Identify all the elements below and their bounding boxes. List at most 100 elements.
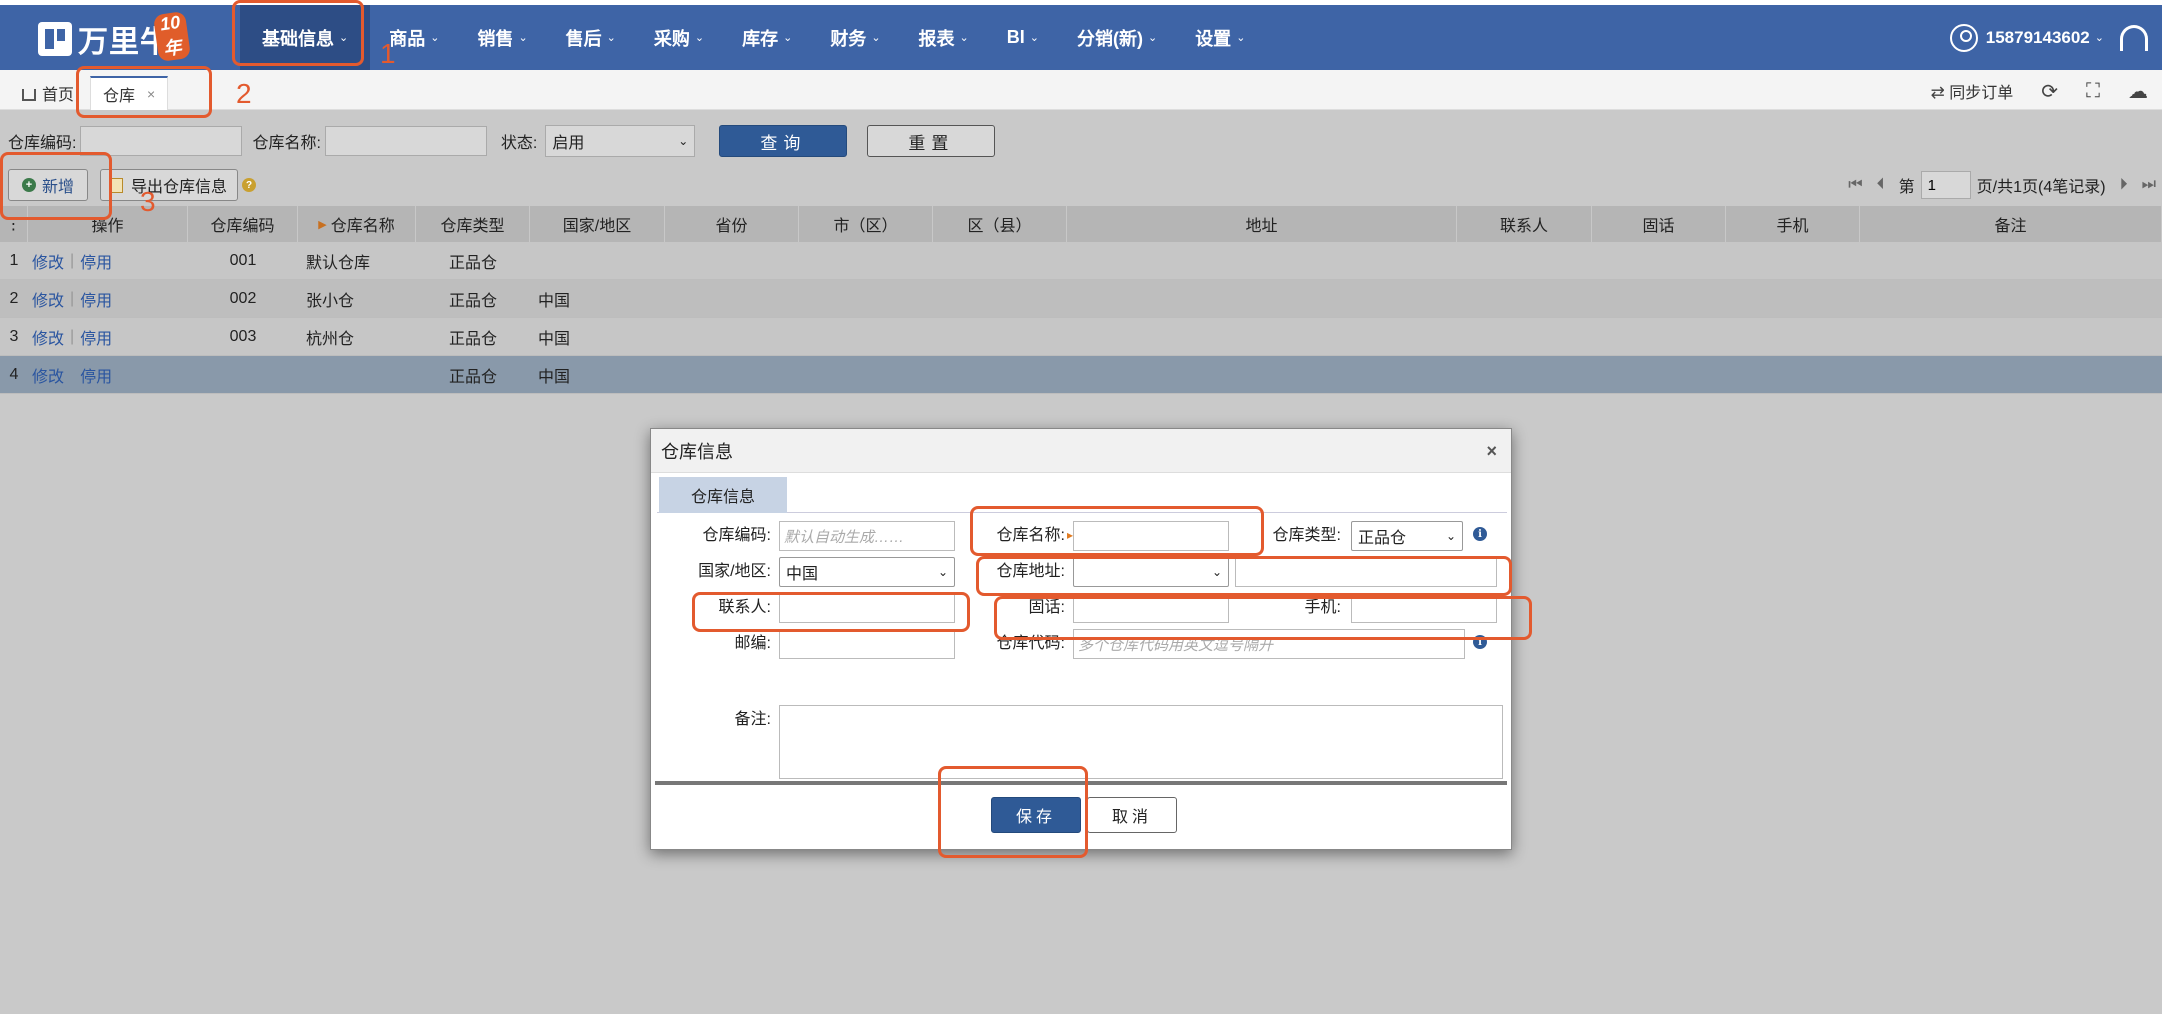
edit-link[interactable]: 修改	[32, 249, 64, 273]
mobile-field[interactable]	[1351, 593, 1497, 623]
page-input[interactable]	[1920, 171, 1971, 199]
mobile-field-label: 手机:	[1304, 599, 1341, 616]
address-region-select[interactable]: ⌄	[1073, 557, 1229, 587]
chevron-down-icon: ⌄	[1147, 32, 1158, 44]
save-button[interactable]: 保存	[991, 797, 1081, 833]
edit-link[interactable]: 修改	[32, 287, 64, 311]
sync-orders-button[interactable]: ⇄ 同步订单	[1931, 79, 2014, 103]
top-nav: 万里牛 10年 基础信息 ⌄ 商品 ⌄ 销售 ⌄ 售后 ⌄ 采购 ⌄ 库存 ⌄ 财务 ⌄ 报表…	[0, 0, 2162, 70]
remark-field-label: 备注:	[734, 711, 771, 728]
col-code[interactable]: 仓库编码	[188, 206, 298, 242]
edit-link[interactable]: 修改	[32, 325, 64, 349]
phone-field[interactable]	[1073, 593, 1229, 623]
col-city[interactable]: 市（区）	[799, 206, 933, 242]
export-button[interactable]: 导出仓库信息	[100, 169, 238, 201]
user-menu[interactable]: 15879143602 ⌄	[1949, 5, 2104, 70]
nav-distribution[interactable]: 分销(新) ⌄	[1058, 5, 1176, 70]
col-province[interactable]: 省份	[665, 206, 799, 242]
chevron-down-icon: ⌄	[1236, 32, 1246, 44]
chevron-down-icon: ⌄	[1211, 565, 1222, 579]
address-detail-field[interactable]	[1235, 557, 1497, 587]
chevron-down-icon: ⌄	[783, 32, 793, 44]
table-row[interactable]: 4 修改|停用 正品仓 中国	[0, 356, 2162, 394]
wh-code-field-label: 仓库代码:	[996, 635, 1065, 652]
nav-bi[interactable]: BI ⌄	[988, 5, 1058, 70]
name-field[interactable]	[1073, 521, 1229, 551]
name-search-input[interactable]	[324, 126, 487, 156]
last-page-icon[interactable]: ⏭	[2142, 176, 2156, 194]
close-icon[interactable]: ×	[147, 86, 155, 102]
first-page-icon[interactable]: ⏮	[1848, 176, 1862, 194]
nav-sales[interactable]: 销售 ⌄	[458, 5, 546, 70]
type-select[interactable]: 正品仓 ⌄	[1351, 521, 1463, 551]
disable-link[interactable]: 停用	[80, 363, 112, 387]
reset-button[interactable]: 重置	[867, 125, 996, 157]
col-type[interactable]: 仓库类型	[416, 206, 530, 242]
query-button[interactable]: 查询	[719, 125, 848, 157]
document-icon	[110, 177, 123, 193]
address-field-label: 仓库地址:	[996, 563, 1065, 580]
wh-code-field[interactable]: 多个仓库代码用英文逗号隔开	[1073, 629, 1465, 659]
tab-home[interactable]: 首页	[10, 76, 86, 110]
code-search-input[interactable]	[80, 126, 243, 156]
status-select[interactable]: 启用 ⌄	[545, 125, 696, 157]
nav-finance[interactable]: 财务 ⌄	[811, 5, 899, 70]
page-tools: ⇄ 同步订单 ⟳ ⛶ ☁	[1931, 78, 2148, 104]
tab-warehouse[interactable]: 仓库 ×	[90, 76, 169, 110]
type-field-label: 仓库类型:	[1272, 527, 1341, 544]
nav-reports[interactable]: 报表 ⌄	[900, 5, 988, 70]
anniversary-badge: 10年	[152, 10, 192, 63]
sort-icon: ▶	[318, 218, 327, 231]
col-mobile[interactable]: 手机	[1726, 206, 1860, 242]
table-row[interactable]: 1 修改 | 停用 001 默认仓库 正品仓	[0, 242, 2162, 280]
user-account: 15879143602	[1985, 27, 2090, 47]
nav-basic-info[interactable]: 基础信息 ⌄	[240, 5, 371, 70]
table-row[interactable]: 3 修改 | 停用 003 杭州仓 正品仓 中国	[0, 318, 2162, 356]
col-country[interactable]: 国家/地区	[530, 206, 665, 242]
col-phone[interactable]: 固话	[1592, 206, 1726, 242]
headset-icon[interactable]	[2120, 25, 2148, 51]
status-label: 状态:	[500, 135, 538, 152]
nav-inventory[interactable]: 库存 ⌄	[723, 5, 811, 70]
refresh-icon[interactable]: ⟳	[2041, 79, 2058, 104]
chevron-down-icon: ⌄	[678, 134, 689, 148]
column-menu-icon[interactable]: ⋮	[0, 206, 28, 242]
help-icon[interactable]: ?	[242, 178, 256, 192]
chevron-down-icon: ⌄	[430, 32, 440, 44]
nav-settings[interactable]: 设置 ⌄	[1176, 5, 1264, 70]
chevron-down-icon: ⌄	[1445, 529, 1456, 543]
zip-field[interactable]	[779, 629, 955, 659]
code-field[interactable]: 默认自动生成……	[779, 521, 955, 551]
disable-link[interactable]: 停用	[80, 287, 112, 311]
disable-link[interactable]: 停用	[80, 249, 112, 273]
tab-warehouse-info[interactable]: 仓库信息	[659, 477, 787, 513]
add-button[interactable]: + 新增	[8, 169, 88, 201]
col-district[interactable]: 区（县）	[933, 206, 1067, 242]
country-select[interactable]: 中国 ⌄	[779, 557, 955, 587]
cloud-upload-icon[interactable]: ☁	[2128, 79, 2148, 104]
code-field-label: 仓库编码:	[702, 527, 771, 544]
nav-purchase[interactable]: 采购 ⌄	[635, 5, 723, 70]
info-icon[interactable]: i	[1473, 635, 1487, 649]
col-contact[interactable]: 联系人	[1457, 206, 1592, 242]
nav-after-sales[interactable]: 售后 ⌄	[547, 5, 635, 70]
logo[interactable]: 万里牛 10年	[38, 10, 192, 63]
col-actions: 操作	[28, 206, 188, 242]
col-name[interactable]: ▶ 仓库名称	[298, 206, 416, 242]
cancel-button[interactable]: 取消	[1087, 797, 1177, 833]
next-page-icon[interactable]: ⏵	[2120, 176, 2128, 194]
edit-link[interactable]: 修改	[32, 363, 64, 387]
plus-icon: +	[21, 178, 36, 192]
col-address[interactable]: 地址	[1067, 206, 1457, 242]
disable-link[interactable]: 停用	[80, 325, 112, 349]
close-icon[interactable]: ×	[1486, 441, 1497, 462]
chevron-down-icon: ⌄	[2094, 32, 2104, 44]
table-row[interactable]: 2 修改 | 停用 002 张小仓 正品仓 中国	[0, 280, 2162, 318]
col-remark[interactable]: 备注	[1860, 206, 2162, 242]
chevron-down-icon: ⌄	[871, 32, 881, 44]
prev-page-icon[interactable]: ⏴	[1877, 176, 1885, 194]
remark-field[interactable]	[779, 705, 1503, 779]
fullscreen-icon[interactable]: ⛶	[2086, 80, 2100, 103]
contact-field[interactable]	[779, 593, 955, 623]
info-icon[interactable]: i	[1473, 527, 1487, 541]
